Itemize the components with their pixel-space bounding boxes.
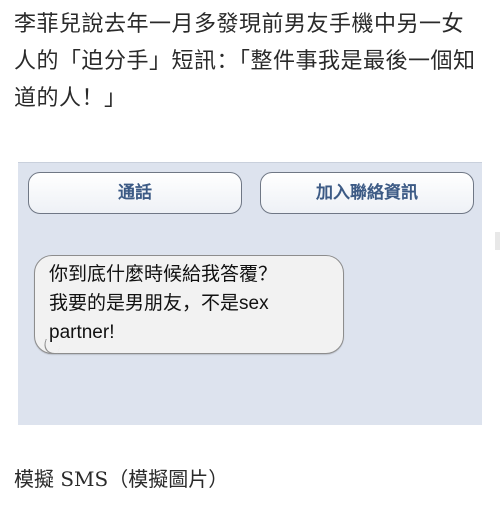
message-line: partner! bbox=[49, 322, 115, 343]
message-line: 我要的是男朋友，不是sex bbox=[49, 293, 269, 314]
message-line: 你到底什麼時候給我答覆？ bbox=[49, 264, 278, 285]
add-contact-button[interactable]: 加入聯絡資訊 bbox=[260, 172, 474, 214]
message-text: 你到底什麼時候給我答覆？ 我要的是男朋友，不是sex partner! bbox=[49, 260, 331, 347]
page-edge-mark bbox=[495, 232, 500, 250]
image-caption: 模擬 SMS（模擬圖片） bbox=[14, 467, 229, 491]
message-bubble: 你到底什麼時候給我答覆？ 我要的是男朋友，不是sex partner! bbox=[34, 255, 344, 354]
call-button[interactable]: 通話 bbox=[28, 172, 242, 214]
article-caption: 李菲兒說去年一月多發現前男友手機中另一女人的「迫分手」短訊：「整件事我是最後一個… bbox=[14, 12, 476, 111]
sms-screenshot: 通話 加入聯絡資訊 你到底什麼時候給我答覆？ 我要的是男朋友，不是sex par… bbox=[18, 162, 482, 425]
